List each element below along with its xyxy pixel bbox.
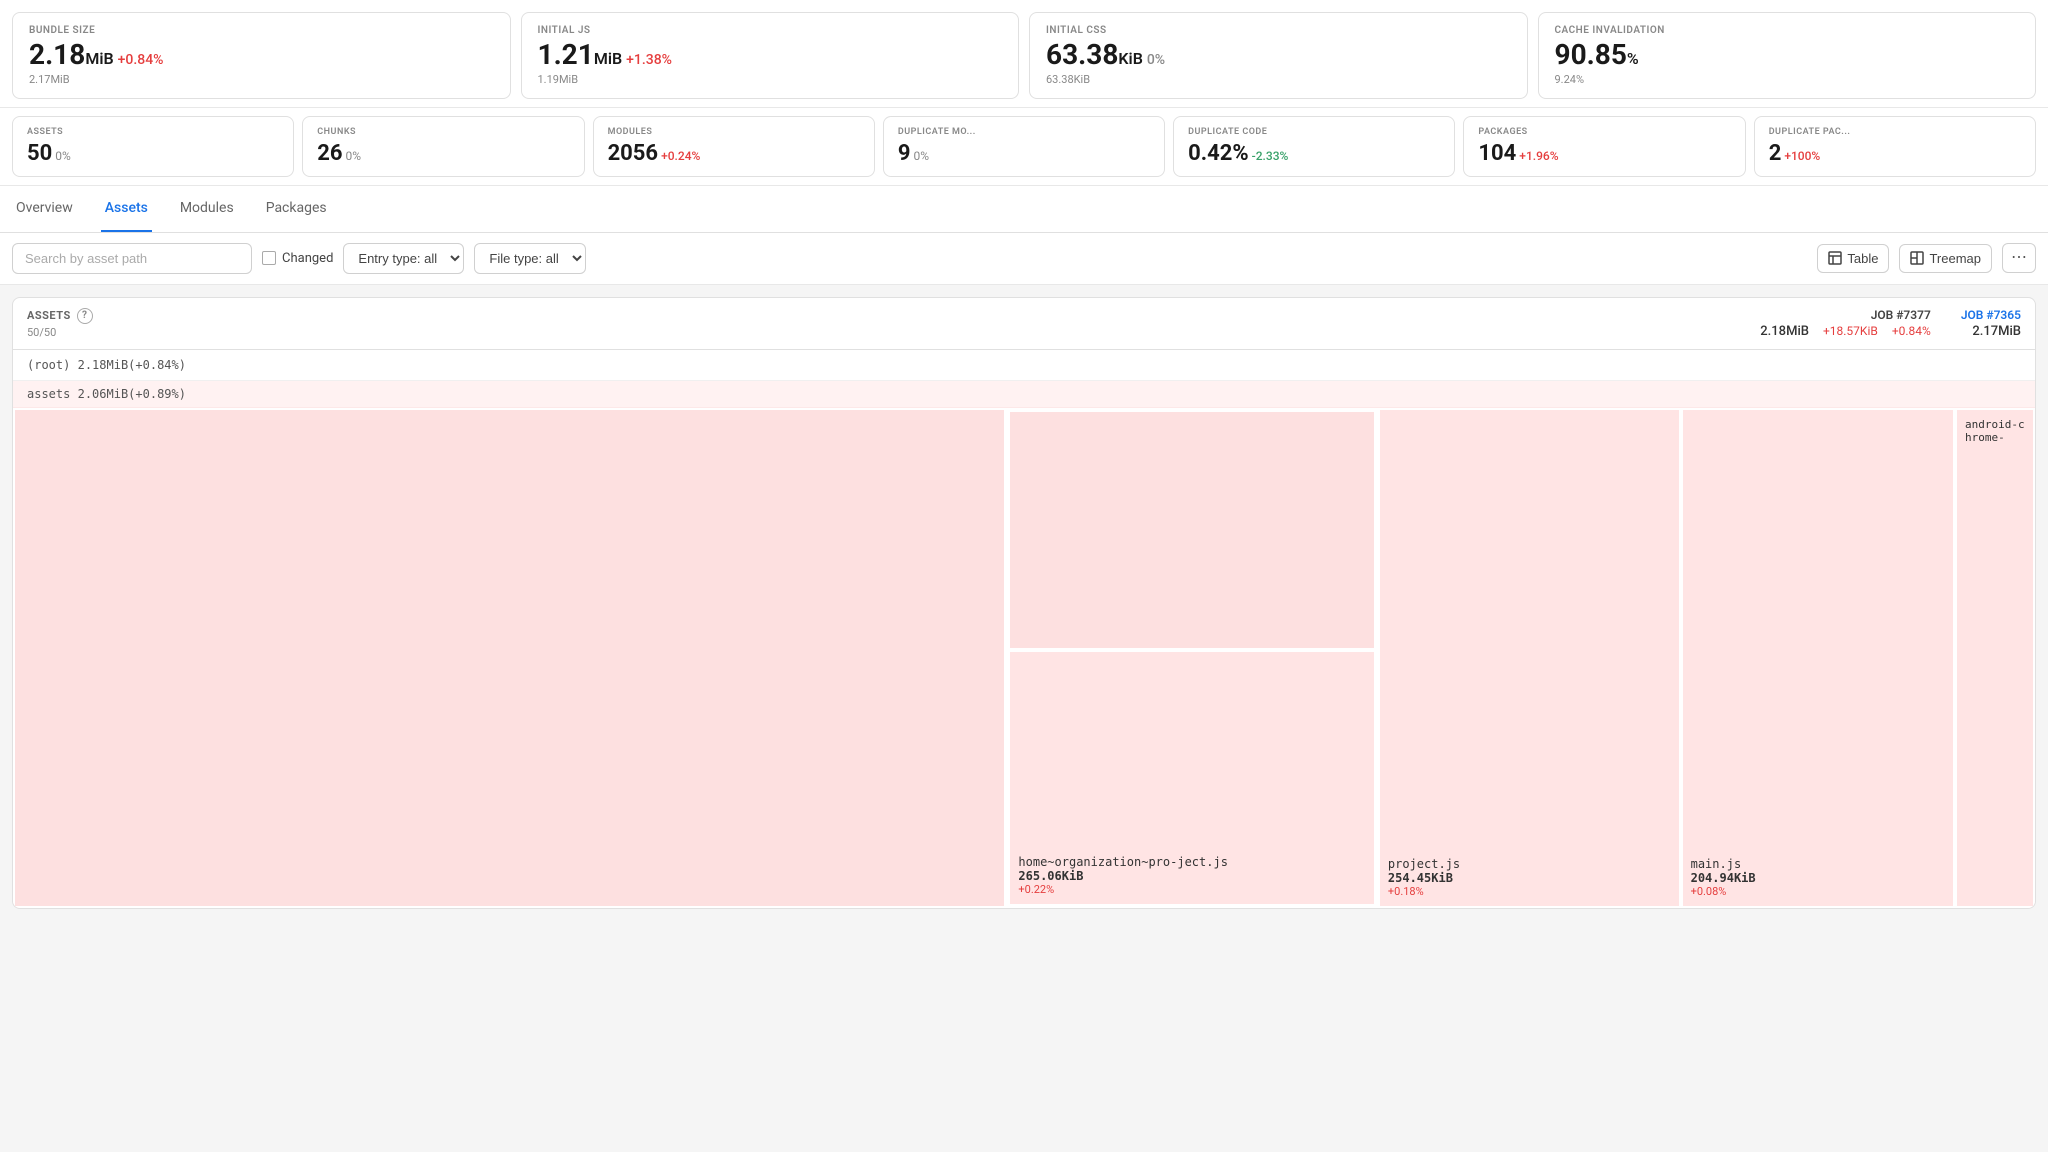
changed-label: Changed xyxy=(282,251,333,266)
treemap-container: (root) 2.18MiB(+0.84%) assets 2.06MiB(+0… xyxy=(12,350,2036,909)
metric-cache-label: CACHE INVALIDATION xyxy=(1555,25,2020,36)
root-row: (root) 2.18MiB(+0.84%) xyxy=(13,350,2035,381)
search-input[interactable] xyxy=(12,243,252,274)
metric-bundle-size-value: 2.18MiB+0.84% xyxy=(29,40,494,71)
metric-initial-js-value: 1.21MiB+1.38% xyxy=(538,40,1003,71)
metric-cache: CACHE INVALIDATION 90.85% 9.24% xyxy=(1538,12,2037,99)
home-org-size: 265.06KiB xyxy=(1018,869,1366,883)
project-js-change: +0.18% xyxy=(1388,885,1671,898)
metric-bundle-size: BUNDLE SIZE 2.18MiB+0.84% 2.17MiB xyxy=(12,12,511,99)
metric-initial-css-value: 63.38KiB0% xyxy=(1046,40,1511,71)
assets-count: 50/50 xyxy=(27,326,93,339)
assets-section: ASSETS ? 50/50 JOB #7377 2.18MiB +18.57K… xyxy=(0,297,2048,921)
changed-checkbox[interactable] xyxy=(262,251,276,265)
compare-job-label[interactable]: JOB #7365 xyxy=(1961,308,2021,322)
home-org-change: +0.22% xyxy=(1018,883,1366,896)
tab-packages[interactable]: Packages xyxy=(262,186,331,232)
tab-modules[interactable]: Modules xyxy=(176,186,238,232)
treemap-large-cell[interactable] xyxy=(13,408,1006,908)
treemap-visual: home~organization~pro-ject.js 265.06KiB … xyxy=(13,408,2035,908)
current-size: 2.18MiB xyxy=(1760,324,1809,339)
sm-packages: PACKAGES 104+1.96% xyxy=(1463,116,1745,177)
filter-bar: Changed Entry type: all File type: all T… xyxy=(0,233,2048,285)
metric-cache-sub: 9.24% xyxy=(1555,73,2020,86)
metric-initial-css-label: INITIAL CSS xyxy=(1046,25,1511,36)
file-type-select[interactable]: File type: all xyxy=(474,243,586,274)
main-js-change: +0.08% xyxy=(1691,885,1945,898)
tab-assets[interactable]: Assets xyxy=(101,186,152,232)
treemap-android-chrome[interactable]: android-chrome- xyxy=(1955,408,2035,908)
main-js-size: 204.94KiB xyxy=(1691,871,1945,885)
metric-bundle-size-label: BUNDLE SIZE xyxy=(29,25,494,36)
metric-initial-js: INITIAL JS 1.21MiB+1.38% 1.19MiB xyxy=(521,12,1020,99)
treemap-main-js[interactable]: main.js 204.94KiB +0.08% xyxy=(1681,408,1955,908)
entry-type-select[interactable]: Entry type: all xyxy=(343,243,464,274)
sm-duplicate-mo: DUPLICATE MO... 90% xyxy=(883,116,1165,177)
sm-modules: MODULES 2056+0.24% xyxy=(593,116,875,177)
sm-duplicate-code: DUPLICATE CODE 0.42%-2.33% xyxy=(1173,116,1455,177)
treemap-label: Treemap xyxy=(1929,251,1981,266)
assets-header: ASSETS ? 50/50 JOB #7377 2.18MiB +18.57K… xyxy=(12,297,2036,350)
assets-title: ASSETS ? xyxy=(27,308,93,324)
changed-filter[interactable]: Changed xyxy=(262,251,333,266)
current-job-label: JOB #7377 xyxy=(1871,308,1931,322)
sm-assets: ASSETS 500% xyxy=(12,116,294,177)
sm-chunks: CHUNKS 260% xyxy=(302,116,584,177)
metric-initial-css: INITIAL CSS 63.38KiB0% 63.38KiB xyxy=(1029,12,1528,99)
treemap-middle-top[interactable] xyxy=(1008,410,1376,650)
main-js-label: main.js xyxy=(1691,857,1945,871)
metric-initial-js-label: INITIAL JS xyxy=(538,25,1003,36)
metric-initial-css-sub: 63.38KiB xyxy=(1046,73,1511,86)
info-icon[interactable]: ? xyxy=(77,308,93,324)
home-org-label: home~organization~pro-ject.js xyxy=(1018,855,1366,869)
tab-overview[interactable]: Overview xyxy=(12,186,77,232)
treemap-icon xyxy=(1910,251,1924,265)
treemap-home-org[interactable]: home~organization~pro-ject.js 265.06KiB … xyxy=(1008,650,1376,906)
assets-jobs: JOB #7377 2.18MiB +18.57KiB +0.84% JOB #… xyxy=(1760,308,2021,339)
tabs-bar: Overview Assets Modules Packages xyxy=(0,186,2048,233)
project-js-label: project.js xyxy=(1388,857,1671,871)
table-icon xyxy=(1828,251,1842,265)
metric-initial-js-sub: 1.19MiB xyxy=(538,73,1003,86)
diff-pct: +0.84% xyxy=(1892,324,1931,338)
metric-cache-value: 90.85% xyxy=(1555,40,2020,71)
more-options-button[interactable]: ⋯ xyxy=(2002,243,2036,273)
treemap-project-js[interactable]: project.js 254.45KiB +0.18% xyxy=(1378,408,1681,908)
treemap-middle-col: home~organization~pro-ject.js 265.06KiB … xyxy=(1006,408,1378,908)
treemap-view-button[interactable]: Treemap xyxy=(1899,244,1992,273)
table-view-button[interactable]: Table xyxy=(1817,244,1889,273)
table-label: Table xyxy=(1847,251,1878,266)
sm-duplicate-pac: DUPLICATE PAC... 2+100% xyxy=(1754,116,2036,177)
diff-size: +18.57KiB xyxy=(1823,324,1878,338)
top-metrics-row: BUNDLE SIZE 2.18MiB+0.84% 2.17MiB INITIA… xyxy=(0,0,2048,108)
project-js-size: 254.45KiB xyxy=(1388,871,1671,885)
compare-size: 2.17MiB xyxy=(1972,324,2021,339)
assets-row: assets 2.06MiB(+0.89%) xyxy=(13,381,2035,408)
android-chrome-label: android-chrome- xyxy=(1965,418,2025,444)
metric-bundle-size-sub: 2.17MiB xyxy=(29,73,494,86)
secondary-metrics-row: ASSETS 500% CHUNKS 260% MODULES 2056+0.2… xyxy=(0,108,2048,186)
